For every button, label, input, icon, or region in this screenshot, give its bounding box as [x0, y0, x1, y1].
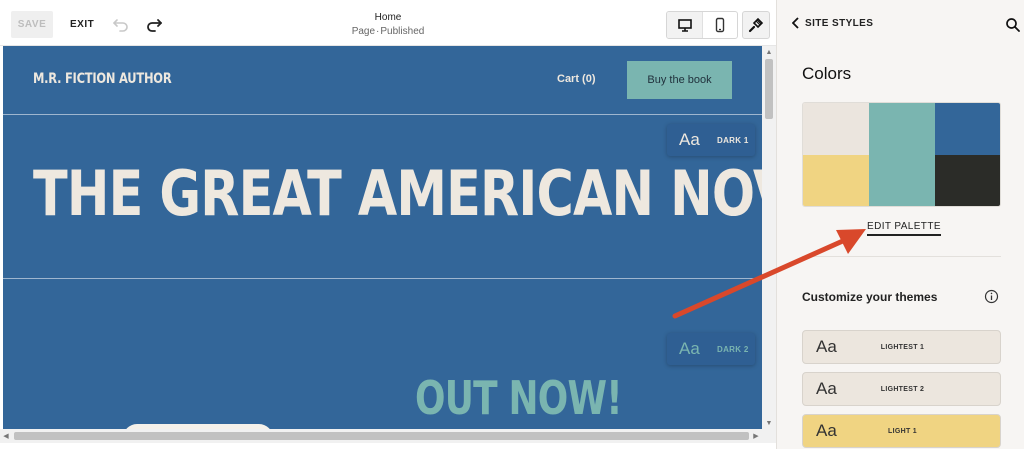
color-palette-preview[interactable]	[802, 102, 1001, 207]
theme-row-lightest-1[interactable]: Aa LIGHTEST 1	[802, 330, 1001, 364]
vertical-scroll-thumb[interactable]	[765, 59, 773, 119]
back-to-site-styles-button[interactable]: SITE STYLES	[792, 17, 873, 29]
theme-label: LIGHTEST 1	[880, 343, 925, 351]
theme-label: LIGHTEST 2	[880, 385, 925, 393]
theme-badge-aa: Aa	[679, 130, 700, 149]
buy-the-book-button[interactable]: Buy the book	[627, 61, 732, 99]
section-theme-badge-dark2[interactable]: Aa DARK 2	[667, 333, 755, 365]
site-styles-button[interactable]	[742, 11, 770, 39]
scroll-up-arrow-icon[interactable]: ▲	[762, 46, 776, 58]
theme-label: LIGHT 1	[888, 427, 917, 435]
desktop-view-button[interactable]	[667, 12, 702, 38]
device-view-toggle	[666, 11, 738, 39]
theme-badge-aa: Aa	[679, 339, 700, 358]
vertical-scrollbar[interactable]: ▲ ▼	[762, 46, 776, 429]
scroll-down-arrow-icon[interactable]: ▼	[762, 417, 776, 429]
palette-swatch-light	[803, 155, 869, 206]
paint-brush-icon	[748, 17, 764, 33]
cart-link[interactable]: Cart (0)	[557, 73, 596, 85]
section-divider	[3, 114, 762, 115]
chevron-left-icon	[792, 17, 799, 29]
status-separator: ·	[376, 26, 380, 37]
out-now-heading[interactable]: OUT NOW!	[415, 371, 623, 425]
theme-row-lightest-2[interactable]: Aa LIGHTEST 2	[802, 372, 1001, 406]
theme-badge-label: DARK 2	[717, 344, 749, 354]
info-icon[interactable]	[984, 289, 999, 304]
bottom-strip	[0, 443, 776, 449]
site-styles-panel: SITE STYLES Colors EDIT PALETTE Customiz…	[776, 0, 1024, 449]
desktop-icon	[677, 19, 692, 32]
theme-row-light-1[interactable]: Aa LIGHT 1	[802, 414, 1001, 448]
mobile-icon	[715, 17, 725, 33]
panel-divider	[802, 256, 1001, 257]
search-icon[interactable]	[1005, 17, 1021, 33]
section-theme-badge-dark1[interactable]: Aa DARK 1	[667, 124, 755, 156]
scroll-right-arrow-icon[interactable]: ▶	[750, 429, 762, 443]
palette-swatch-accent	[869, 103, 935, 206]
palette-swatch-darkest	[935, 155, 1000, 206]
palette-swatch-lightest	[803, 103, 869, 155]
site-preview[interactable]: M.R. FICTION AUTHOR Cart (0) Buy the boo…	[3, 46, 762, 429]
page-status-label: Published	[380, 26, 425, 37]
edit-palette-link[interactable]: EDIT PALETTE	[867, 221, 941, 236]
site-logo-text[interactable]: M.R. FICTION AUTHOR	[33, 71, 172, 87]
page-title: Home	[374, 12, 402, 23]
page-status: Page·Published	[0, 26, 776, 37]
hero-title[interactable]: THE GREAT AMERICAN NOVEL	[33, 154, 762, 234]
customize-themes-heading: Customize your themes	[802, 290, 938, 304]
horizontal-scrollbar[interactable]: ◀ ▶	[0, 429, 776, 443]
horizontal-scroll-thumb[interactable]	[14, 432, 749, 440]
theme-badge-label: DARK 1	[717, 135, 749, 145]
scroll-left-arrow-icon[interactable]: ◀	[0, 429, 12, 443]
editor-toolbar: SAVE EXIT Home Page·Published	[0, 0, 776, 46]
section-divider	[3, 278, 762, 279]
back-label: SITE STYLES	[805, 17, 874, 29]
mobile-view-button[interactable]	[702, 12, 737, 38]
palette-swatch-dark	[935, 103, 1000, 155]
colors-heading: Colors	[802, 64, 852, 83]
page-type-label: Page	[351, 26, 376, 37]
